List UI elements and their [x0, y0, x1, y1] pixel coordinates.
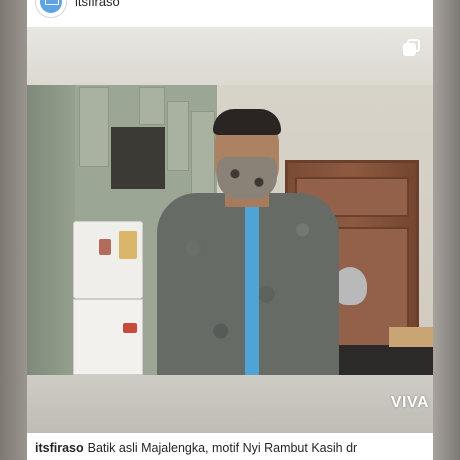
profile-avatar-icon[interactable]: [35, 0, 67, 18]
caption-username[interactable]: itsfiraso: [35, 441, 84, 455]
caption-bar: itsfiraso Batik asli Majalengka, motif Ny…: [27, 433, 433, 460]
video-watermark: VIVA: [390, 394, 429, 411]
face-mask: [217, 157, 277, 199]
post-header: itsfiraso: [27, 0, 433, 27]
post-caption: itsfiraso Batik asli Majalengka, motif Ny…: [35, 441, 357, 455]
photo-scene: [27, 27, 433, 433]
caption-text: Batik asli Majalengka, motif Nyi Rambut …: [87, 441, 358, 455]
multiple-posts-icon: [403, 39, 421, 57]
header-username[interactable]: itsfiraso: [75, 0, 120, 9]
post-image[interactable]: VIVA: [27, 27, 433, 433]
